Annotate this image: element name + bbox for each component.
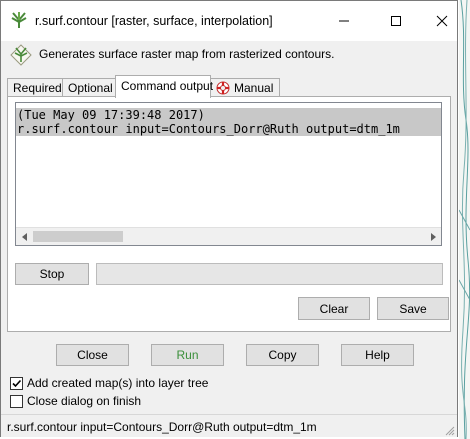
horizontal-scrollbar[interactable] <box>16 227 441 245</box>
output-line: (Tue May 09 17:39:48 2017) <box>16 108 441 122</box>
tab-label: Required <box>13 81 62 95</box>
status-text: r.surf.contour input=Contours_Dorr@Ruth … <box>7 420 317 434</box>
map-canvas-edge <box>459 0 470 439</box>
status-bar: r.surf.contour input=Contours_Dorr@Ruth … <box>1 414 457 437</box>
command-output-text[interactable]: (Tue May 09 17:39:48 2017) r.surf.contou… <box>15 102 442 246</box>
maximize-icon <box>391 16 401 26</box>
add-to-layer-tree-label: Add created map(s) into layer tree <box>27 376 209 390</box>
tab-manual[interactable]: Manual <box>210 78 280 97</box>
close-on-finish-checkbox[interactable] <box>10 394 23 408</box>
stop-button[interactable]: Stop <box>15 263 89 285</box>
minimize-button[interactable] <box>327 7 361 35</box>
help-button[interactable]: Help <box>341 344 414 366</box>
close-icon <box>436 15 448 27</box>
scroll-right-icon[interactable] <box>424 228 441 245</box>
command-output-panel: (Tue May 09 17:39:48 2017) r.surf.contou… <box>7 96 451 332</box>
title-bar: r.surf.contour [raster, surface, interpo… <box>1 1 457 41</box>
run-button[interactable]: Run <box>151 344 224 366</box>
lifebuoy-icon <box>216 81 230 95</box>
copy-button[interactable]: Copy <box>246 344 319 366</box>
dialog-window: r.surf.contour [raster, surface, interpo… <box>0 0 458 437</box>
clear-button[interactable]: Clear <box>298 297 370 320</box>
minimize-icon <box>339 20 349 22</box>
scrollbar-thumb[interactable] <box>33 231 123 242</box>
tab-label: Manual <box>234 81 274 95</box>
grass-module-icon <box>10 44 32 66</box>
add-to-layer-tree-option[interactable]: Add created map(s) into layer tree <box>10 375 208 391</box>
grass-app-icon <box>10 11 28 29</box>
save-button[interactable]: Save <box>377 297 449 320</box>
tab-command-output[interactable]: Command output <box>115 75 214 98</box>
close-window-button[interactable] <box>425 7 459 35</box>
tab-label: Command output <box>121 79 214 93</box>
add-to-layer-tree-checkbox[interactable] <box>10 376 23 390</box>
progress-bar <box>96 263 443 285</box>
scroll-left-icon[interactable] <box>16 228 33 245</box>
close-on-finish-label: Close dialog on finish <box>27 394 142 408</box>
module-description: Generates surface raster map from raster… <box>39 47 335 61</box>
tab-label: Optional <box>68 81 113 95</box>
maximize-button[interactable] <box>379 7 413 35</box>
window-title: r.surf.contour [raster, surface, interpo… <box>35 14 273 28</box>
tab-optional[interactable]: Optional <box>62 78 116 97</box>
tab-required[interactable]: Required <box>7 78 63 97</box>
description-bar: Generates surface raster map from raster… <box>1 41 457 69</box>
resize-grip-icon[interactable] <box>445 425 455 436</box>
checkmark-icon <box>12 379 22 387</box>
close-button[interactable]: Close <box>56 344 129 366</box>
output-line: r.surf.contour input=Contours_Dorr@Ruth … <box>16 122 441 136</box>
close-on-finish-option[interactable]: Close dialog on finish <box>10 393 141 409</box>
